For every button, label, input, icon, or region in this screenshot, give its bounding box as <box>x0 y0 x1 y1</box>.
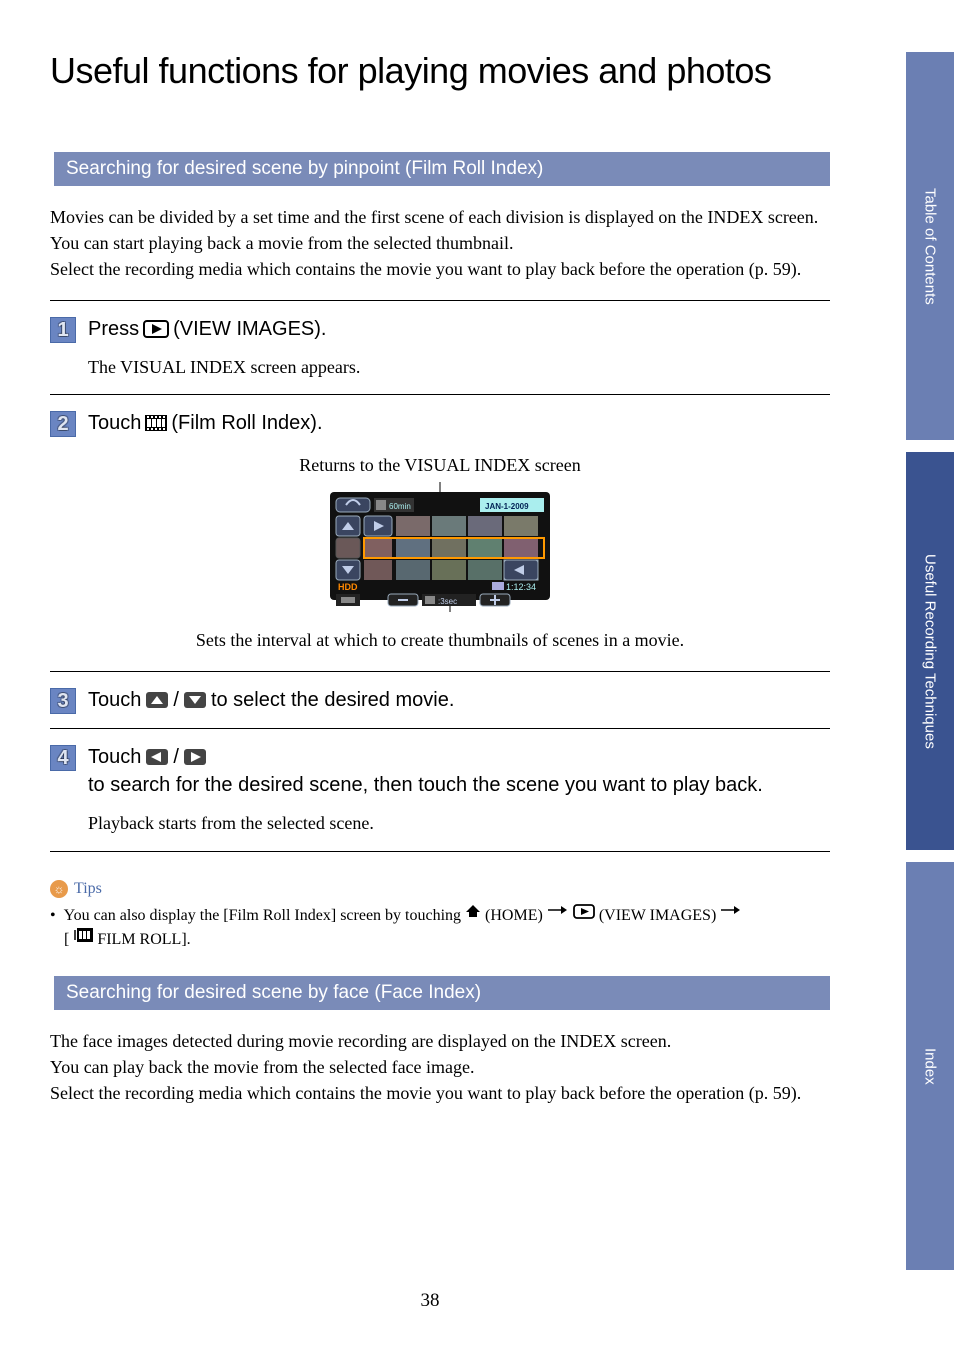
step-3-title: Touch / to select the desired movie. <box>88 686 454 714</box>
step-2: 2 Touch (Film Roll Index). Returns to th… <box>50 395 830 672</box>
tab-toc[interactable]: Table of Contents <box>904 50 954 440</box>
play-rect-icon <box>143 320 169 338</box>
svg-text:HDD: HDD <box>338 582 358 592</box>
down-button-icon <box>183 691 207 709</box>
step-4-title: Touch / to search for the desired scene,… <box>88 743 830 799</box>
step-num-3: 3 <box>50 688 76 714</box>
section-heading-face-index: Searching for desired scene by face (Fac… <box>50 976 830 1010</box>
arrow-right-icon <box>547 904 567 916</box>
svg-text:1:12:34: 1:12:34 <box>506 582 536 592</box>
page-title: Useful functions for playing movies and … <box>50 50 830 92</box>
tips-icon: ☼ <box>50 880 68 898</box>
home-icon <box>465 904 481 918</box>
tab-index[interactable]: Index <box>904 860 954 1270</box>
tips-label: Tips <box>74 880 102 898</box>
svg-text:60min: 60min <box>389 502 411 511</box>
section1-intro: Movies can be divided by a set time and … <box>50 204 830 282</box>
step-3: 3 Touch / to select the desired movie. <box>50 672 830 729</box>
side-tabs: Table of Contents Useful Recording Techn… <box>904 50 954 1270</box>
arrow-right-icon <box>720 904 740 916</box>
film-roll-icon <box>145 415 167 431</box>
tab-useful-recording[interactable]: Useful Recording Techniques <box>904 450 954 850</box>
caption-top: Returns to the VISUAL INDEX screen <box>50 455 830 476</box>
step-2-title: Touch (Film Roll Index). <box>88 409 323 437</box>
step-1-title: Press (VIEW IMAGES). <box>88 315 326 343</box>
page-number: 38 <box>0 1290 860 1312</box>
tips-body: • You can also display the [Film Roll In… <box>50 904 830 952</box>
caption-bottom: Sets the interval at which to create thu… <box>50 630 830 651</box>
up-button-icon <box>145 691 169 709</box>
left-button-icon <box>145 748 169 766</box>
section-heading-film-roll: Searching for desired scene by pinpoint … <box>50 152 830 186</box>
step-num-2: 2 <box>50 411 76 437</box>
step-4-body: Playback starts from the selected scene. <box>88 811 830 836</box>
svg-text:JAN-1-2009: JAN-1-2009 <box>485 502 529 511</box>
step-4: 4 Touch / to search for the desired scen… <box>50 729 830 851</box>
lcd-screen-illustration: 60min JAN-1-2009 <box>330 482 550 612</box>
step-num-1: 1 <box>50 317 76 343</box>
step-num-4: 4 <box>50 745 76 771</box>
step-1-body: The VISUAL INDEX screen appears. <box>88 355 830 380</box>
section2-intro: The face images detected during movie re… <box>50 1028 830 1106</box>
film-roll-small-icon <box>73 928 93 942</box>
step-1: 1 Press (VIEW IMAGES). The VISUAL INDEX … <box>50 301 830 395</box>
svg-text::3sec: :3sec <box>438 597 457 606</box>
right-button-icon <box>183 748 207 766</box>
play-rect-icon <box>573 904 595 919</box>
